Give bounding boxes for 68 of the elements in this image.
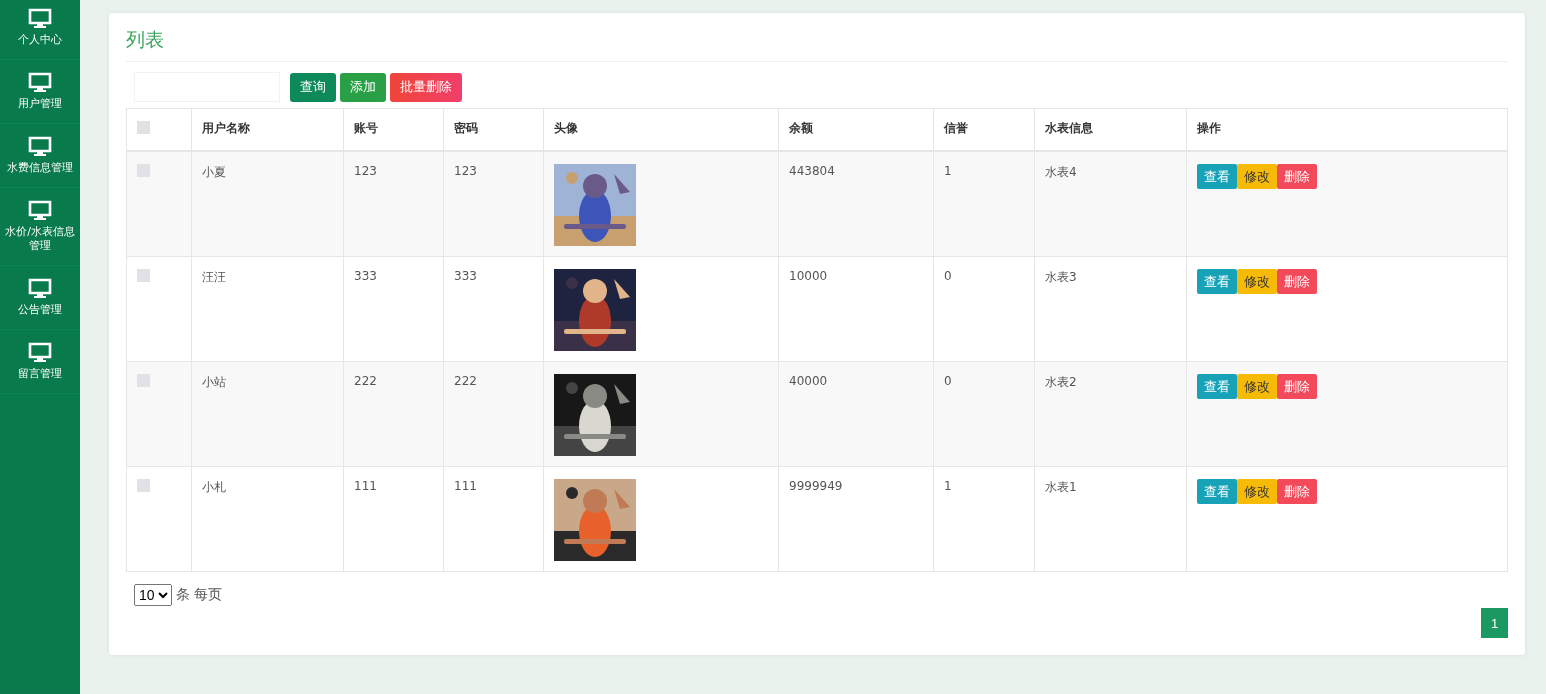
add-button[interactable]: 添加 xyxy=(340,72,386,102)
table-cell: 333 xyxy=(354,269,377,283)
edit-button[interactable]: 修改 xyxy=(1237,479,1277,504)
sidebar-item[interactable]: 个人中心 xyxy=(0,0,80,60)
page-title: 列表 xyxy=(126,27,1508,62)
monitor-icon xyxy=(28,342,52,364)
view-button[interactable]: 查看 xyxy=(1197,269,1237,294)
table-cell: 小站 xyxy=(202,375,226,389)
column-header: 头像 xyxy=(554,121,578,135)
monitor-icon xyxy=(28,278,52,300)
column-header: 账号 xyxy=(354,121,378,135)
sidebar-item[interactable]: 公告管理 xyxy=(0,266,80,330)
table-cell: 水表3 xyxy=(1045,270,1077,284)
delete-button[interactable]: 删除 xyxy=(1277,269,1317,294)
table-cell: 333 xyxy=(454,269,477,283)
table-cell: 0 xyxy=(944,269,952,283)
column-header: 信誉 xyxy=(944,121,968,135)
table-cell: 443804 xyxy=(789,164,835,178)
page-size-label: 条 每页 xyxy=(176,586,223,604)
column-header: 操作 xyxy=(1197,121,1221,135)
edit-button[interactable]: 修改 xyxy=(1237,374,1277,399)
table-cell: 汪汪 xyxy=(202,270,226,284)
table-cell: 水表4 xyxy=(1045,165,1077,179)
column-header: 余额 xyxy=(789,121,813,135)
table-cell: 水表1 xyxy=(1045,480,1077,494)
table-cell: 222 xyxy=(354,374,377,388)
sidebar-item[interactable]: 水费信息管理 xyxy=(0,124,80,188)
table-cell: 123 xyxy=(354,164,377,178)
column-header: 水表信息 xyxy=(1045,121,1093,135)
delete-button[interactable]: 删除 xyxy=(1277,164,1317,189)
row-checkbox[interactable] xyxy=(137,164,150,177)
sidebar-item[interactable]: 用户管理 xyxy=(0,60,80,124)
table-cell: 123 xyxy=(454,164,477,178)
edit-button[interactable]: 修改 xyxy=(1237,269,1277,294)
table-cell: 222 xyxy=(454,374,477,388)
table-cell: 1 xyxy=(944,479,952,493)
search-button[interactable]: 查询 xyxy=(290,72,336,102)
view-button[interactable]: 查看 xyxy=(1197,164,1237,189)
sidebar-item[interactable]: 水价/水表信息管理 xyxy=(0,188,80,266)
column-header: 用户名称 xyxy=(202,121,250,135)
table-cell: 小夏 xyxy=(202,165,226,179)
table-cell: 10000 xyxy=(789,269,828,283)
table-cell: 小札 xyxy=(202,480,226,494)
delete-button[interactable]: 批量删除 xyxy=(390,72,462,102)
row-checkbox[interactable] xyxy=(137,269,150,282)
table-cell: 1 xyxy=(944,164,952,178)
delete-button[interactable]: 删除 xyxy=(1277,374,1317,399)
table-cell: 水表2 xyxy=(1045,375,1077,389)
monitor-icon xyxy=(28,72,52,94)
row-checkbox[interactable] xyxy=(137,374,150,387)
view-button[interactable]: 查看 xyxy=(1197,479,1237,504)
edit-button[interactable]: 修改 xyxy=(1237,164,1277,189)
table-cell: 9999949 xyxy=(789,479,843,493)
monitor-icon xyxy=(28,200,52,222)
page-button[interactable]: 1 xyxy=(1481,608,1508,638)
table-cell: 111 xyxy=(454,479,477,493)
column-header: 密码 xyxy=(454,121,478,135)
page-size-select[interactable]: 10 xyxy=(134,584,172,606)
sidebar-item[interactable]: 留言管理 xyxy=(0,330,80,394)
monitor-icon xyxy=(28,136,52,158)
view-button[interactable]: 查看 xyxy=(1197,374,1237,399)
table-cell: 111 xyxy=(354,479,377,493)
table-cell: 0 xyxy=(944,374,952,388)
select-all-checkbox[interactable] xyxy=(137,121,150,134)
table-cell: 40000 xyxy=(789,374,828,388)
monitor-icon xyxy=(28,8,52,30)
row-checkbox[interactable] xyxy=(137,479,150,492)
delete-button[interactable]: 删除 xyxy=(1277,479,1317,504)
